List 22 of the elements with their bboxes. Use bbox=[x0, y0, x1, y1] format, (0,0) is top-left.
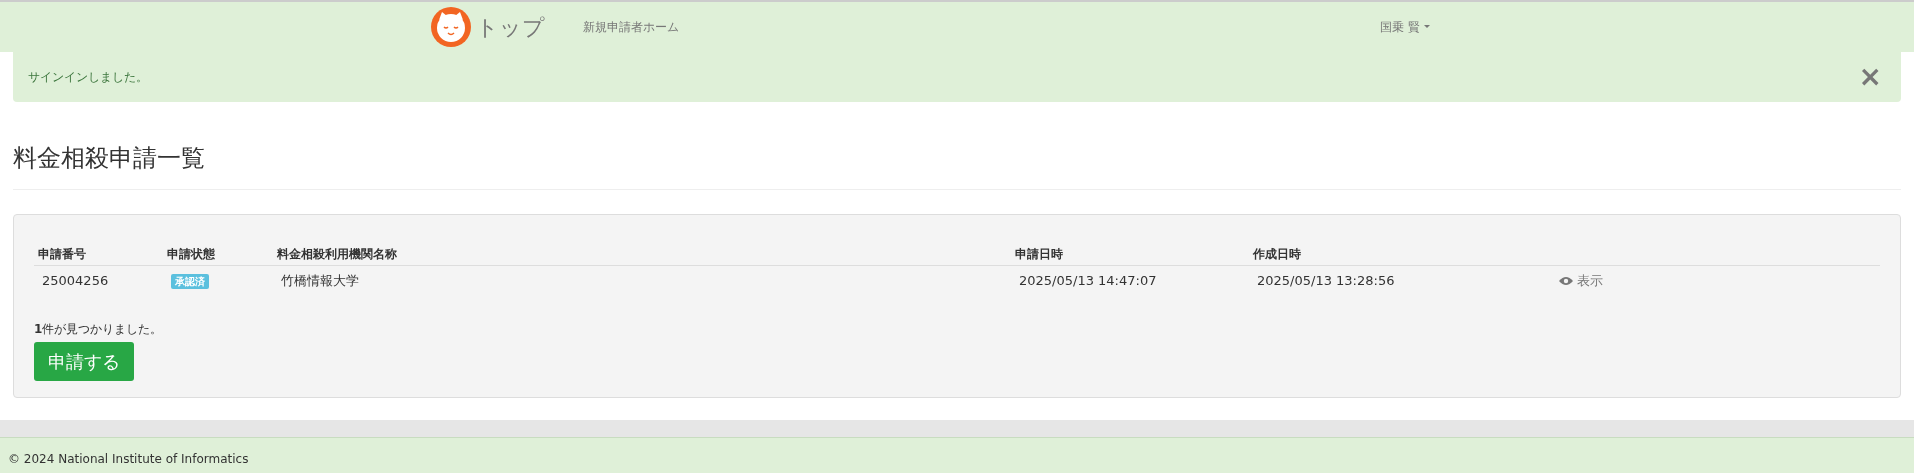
view-link[interactable]: 表示 bbox=[1559, 270, 1603, 291]
institution-name: 竹橋情報大学 bbox=[281, 273, 359, 289]
copyright-text: © 2024 National Institute of Informatics bbox=[8, 450, 249, 468]
page-title: 料金相殺申請一覧 bbox=[13, 144, 1901, 190]
column-header: 申請番号 bbox=[38, 246, 86, 261]
user-menu[interactable]: 国乗 賢 bbox=[1380, 18, 1430, 36]
alert-message: サインインしました。 bbox=[28, 69, 148, 86]
column-header: 申請日時 bbox=[1015, 246, 1063, 261]
created-datetime: 2025/05/13 13:28:56 bbox=[1257, 273, 1395, 289]
applied-datetime: 2025/05/13 14:47:07 bbox=[1019, 273, 1157, 289]
close-button[interactable]: × bbox=[1854, 63, 1886, 91]
apply-button[interactable]: 申請する bbox=[34, 342, 134, 382]
result-count: 1件が見つかりました。 bbox=[34, 321, 163, 339]
eye-icon bbox=[1559, 275, 1573, 286]
home-link[interactable]: トップ bbox=[430, 6, 545, 48]
column-header: 申請状態 bbox=[167, 246, 215, 261]
cat-logo-icon bbox=[430, 6, 472, 48]
application-number: 25004256 bbox=[42, 273, 109, 289]
column-header: 料金相殺利用機関名称 bbox=[277, 246, 397, 261]
column-header: 作成日時 bbox=[1253, 246, 1301, 261]
status-badge: 承認済 bbox=[171, 274, 209, 290]
nav-link[interactable]: 新規申請者ホーム bbox=[583, 18, 679, 36]
